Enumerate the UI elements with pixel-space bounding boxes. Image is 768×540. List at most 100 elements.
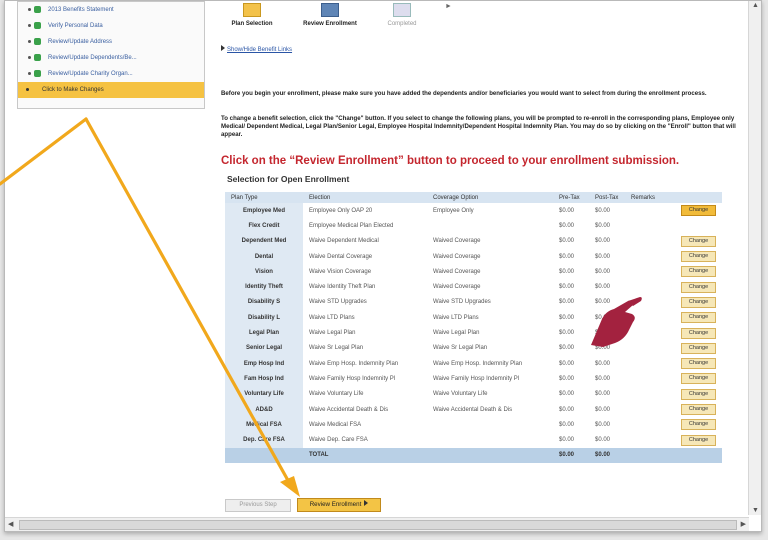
column-header: Pre-Tax	[553, 192, 589, 203]
post-tax-cell: $0.00	[595, 360, 611, 367]
review-enrollment-button[interactable]: Review Enrollment	[297, 498, 381, 512]
nav-item-verify-personal-data[interactable]: Verify Personal Data	[18, 18, 204, 34]
nav-item-make-changes[interactable]: Click to Make Changes	[18, 82, 204, 98]
change-button[interactable]: Change	[681, 235, 716, 247]
total-spacer-cell	[625, 447, 673, 464]
coverage-option-cell: Waive Accidental Death & Dis	[433, 406, 513, 413]
change-button[interactable]: Change	[681, 205, 716, 217]
plan-type-cell: AD&D	[225, 401, 303, 418]
election-cell: Waive Dependent Medical	[309, 238, 379, 245]
election-cell: Employee Medical Plan Elected	[309, 222, 394, 229]
change-button[interactable]: Change	[681, 419, 716, 431]
change-button[interactable]: Change	[681, 281, 716, 293]
scroll-right-icon[interactable]: ▶	[741, 520, 746, 528]
pre-tax-cell: $0.00	[559, 345, 575, 352]
review-enrollment-label: Review Enrollment	[309, 501, 362, 508]
remarks-cell	[625, 356, 673, 371]
check-icon	[34, 54, 41, 61]
action-cell: Change	[673, 203, 722, 218]
coverage-option-cell: Waived Coverage	[433, 268, 481, 275]
nav-item-update-charity[interactable]: Review/Update Charity Organ...	[18, 66, 204, 82]
nav-item-benefits-statement[interactable]: 2013 Benefits Statement	[18, 2, 204, 18]
change-button[interactable]: Change	[681, 327, 716, 339]
remarks-cell	[625, 325, 673, 340]
column-header: Post-Tax	[589, 192, 625, 203]
pre-tax-cell: $0.00	[559, 207, 575, 214]
coverage-option-cell: Waived Coverage	[433, 284, 481, 291]
nav-item-label: Review/Update Dependents/Be...	[48, 55, 137, 61]
election-cell: Waive Identity Theft Plan	[309, 284, 376, 291]
pre-tax-cell: $0.00	[559, 330, 575, 337]
browser-window: 2013 Benefits Statement Verify Personal …	[4, 0, 762, 532]
change-button[interactable]: Change	[681, 404, 716, 415]
table-row: Fam Hosp Ind Waive Family Hosp Indemnity …	[225, 371, 722, 387]
change-button[interactable]: Change	[681, 373, 716, 385]
total-spacer-cell	[673, 447, 722, 464]
show-hide-label: Show/Hide Benefit Links	[227, 47, 293, 53]
pre-tax-cell: $0.00	[559, 299, 575, 306]
scrollbar-thumb[interactable]	[19, 520, 737, 530]
action-cell: Change	[673, 234, 722, 249]
show-hide-benefit-links[interactable]: Show/Hide Benefit Links	[221, 45, 292, 53]
check-icon	[34, 6, 41, 13]
column-header: Coverage Option	[427, 192, 553, 203]
table-row: Voluntary Life Waive Voluntary Life Waive …	[225, 386, 722, 402]
election-cell: Waive Medical FSA	[309, 421, 362, 428]
change-button[interactable]: Change	[681, 251, 716, 263]
coverage-option-cell: Waived Coverage	[433, 253, 481, 260]
remarks-cell	[625, 432, 673, 447]
election-cell: Waive Sr Legal Plan	[309, 345, 364, 352]
pre-tax-cell: $0.00	[559, 391, 575, 398]
step-completed: Completed	[371, 1, 433, 27]
nav-item-update-address[interactable]: Review/Update Address	[18, 34, 204, 50]
scroll-left-icon[interactable]: ◀	[8, 520, 13, 528]
remarks-cell	[625, 295, 673, 310]
pre-tax-cell: $0.00	[559, 222, 575, 229]
scroll-down-icon[interactable]: ▼	[752, 507, 759, 514]
post-tax-cell: $0.00	[595, 253, 611, 260]
change-button[interactable]: Change	[681, 312, 716, 324]
election-cell: Waive LTD Plans	[309, 314, 355, 321]
table-row: Dependent Med Waive Dependent Medical Waiv…	[225, 233, 722, 249]
change-button[interactable]: Change	[681, 434, 716, 446]
table-row: Disability L Waive LTD Plans Waive LTD Pla…	[225, 310, 722, 326]
remarks-cell	[625, 402, 673, 417]
coverage-option-cell: Waived Coverage	[433, 238, 481, 245]
pre-tax-cell: $0.00	[559, 360, 575, 367]
remarks-cell	[625, 264, 673, 279]
nav-item-update-dependents[interactable]: Review/Update Dependents/Be...	[18, 50, 204, 66]
change-button[interactable]: Change	[681, 296, 716, 308]
plan-type-cell: Disability S	[225, 294, 303, 311]
change-button[interactable]: Change	[681, 388, 716, 400]
previous-step-label: Previous Step	[239, 502, 277, 508]
step-arrow-icon: ►	[445, 3, 452, 10]
action-cell: Change	[673, 325, 722, 340]
table-row: Emp Hosp Ind Waive Emp Hosp. Indemnity Pl…	[225, 355, 722, 372]
pre-tax-cell: $0.00	[559, 406, 575, 413]
check-icon	[34, 70, 41, 77]
coverage-option-cell	[427, 218, 553, 233]
total-label-cell: TOTAL	[303, 447, 427, 464]
bullet-icon	[28, 24, 31, 27]
pre-tax-cell: $0.00	[559, 421, 575, 428]
pre-tax-cell: $0.00	[559, 437, 575, 444]
step-icon	[321, 3, 339, 17]
step-label: Completed	[387, 21, 417, 27]
action-cell: Change	[673, 387, 722, 402]
change-button[interactable]: Change	[681, 342, 716, 354]
action-cell	[673, 218, 722, 233]
nav-item-label: Verify Personal Data	[48, 23, 103, 29]
table-row: Dental Waive Dental Coverage Waived Covera…	[225, 248, 722, 265]
change-button[interactable]: Change	[681, 358, 716, 370]
plan-type-cell: Flex Credit	[225, 218, 303, 234]
pre-tax-cell: $0.00	[559, 253, 575, 260]
change-button[interactable]: Change	[681, 266, 716, 278]
scroll-up-icon[interactable]: ▲	[752, 2, 759, 9]
previous-step-button[interactable]: Previous Step	[225, 499, 291, 512]
horizontal-scrollbar[interactable]: ◀ ▶	[5, 517, 749, 531]
table-row: Senior Legal Waive Sr Legal Plan Waive Sr …	[225, 340, 722, 356]
remarks-cell	[625, 249, 673, 264]
bullet-icon	[26, 88, 29, 91]
plan-type-cell: Voluntary Life	[225, 386, 303, 402]
vertical-scrollbar[interactable]: ▲ ▼	[748, 1, 761, 515]
